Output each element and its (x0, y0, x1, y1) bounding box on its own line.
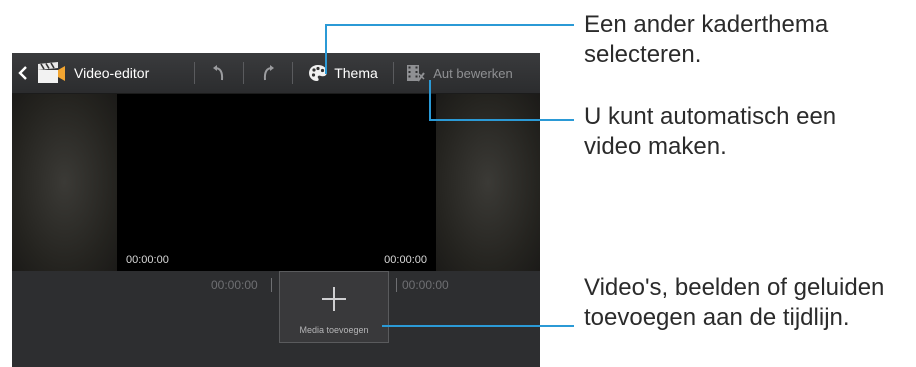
leader-line-auto-edit (429, 80, 574, 121)
callout-theme: Een ander kaderthema selecteren. (584, 10, 828, 70)
callout-theme-line2: selecteren. (584, 41, 702, 68)
callout-auto-line1: U kunt automatisch een (584, 103, 837, 130)
leader-line-theme (325, 24, 574, 74)
callout-add-media: Video's, beelden of geluiden toevoegen a… (584, 273, 884, 333)
callout-theme-line1: Een ander kaderthema (584, 11, 829, 38)
callout-auto-line2: video maken. (584, 133, 727, 160)
callout-media-line1: Video's, beelden of geluiden (584, 274, 885, 301)
callout-media-line2: toevoegen aan de tijdlijn. (584, 304, 850, 331)
callout-auto-edit: U kunt automatisch een video maken. (584, 102, 836, 162)
